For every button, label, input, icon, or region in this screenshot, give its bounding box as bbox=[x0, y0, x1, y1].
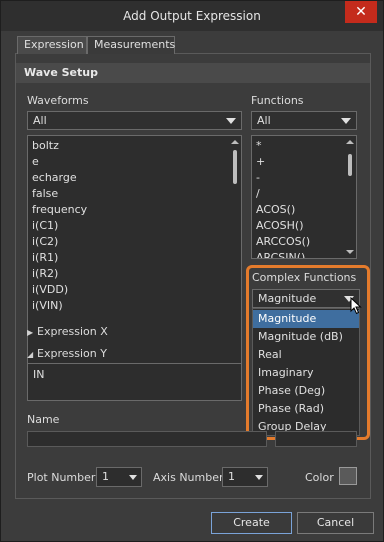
wave-setup-title: Wave Setup bbox=[24, 66, 98, 79]
expression-y-input[interactable]: IN bbox=[27, 363, 242, 401]
function-item[interactable]: ACOS() bbox=[256, 202, 310, 218]
complex-functions-highlight bbox=[246, 265, 370, 440]
expression-y-expander[interactable]: ◢ Expression Y bbox=[27, 347, 107, 360]
waveforms-items: boltz e echarge false frequency i(C1) i(C2) i(R… bbox=[32, 138, 87, 314]
scroll-thumb[interactable] bbox=[348, 154, 352, 176]
name-input[interactable] bbox=[27, 431, 267, 447]
function-item[interactable]: ACOSH() bbox=[256, 218, 310, 234]
name-side-field bbox=[275, 431, 357, 447]
function-item[interactable]: - bbox=[256, 170, 310, 186]
axis-number-value: 1 bbox=[228, 470, 235, 483]
color-label: Color bbox=[305, 471, 334, 484]
waveforms-label: Waveforms bbox=[27, 94, 89, 107]
scroll-thumb[interactable] bbox=[233, 150, 237, 184]
waveform-item[interactable]: echarge bbox=[32, 170, 87, 186]
tab-expression[interactable]: Expression bbox=[17, 36, 87, 54]
waveform-item[interactable]: i(VDD) bbox=[32, 282, 87, 298]
functions-filter-select[interactable]: All bbox=[251, 111, 357, 130]
wave-setup-header: Wave Setup bbox=[16, 63, 370, 83]
caret-down-icon: ◢ bbox=[27, 350, 34, 359]
expression-x-label: Expression X bbox=[37, 325, 108, 338]
function-item[interactable]: + bbox=[256, 154, 310, 170]
waveform-item[interactable]: boltz bbox=[32, 138, 87, 154]
axis-number-label: Axis Number bbox=[153, 471, 224, 484]
waveform-item[interactable]: i(C2) bbox=[32, 234, 87, 250]
scroll-up-icon[interactable] bbox=[231, 140, 239, 144]
dialog-window: Add Output Expression ✕ Expression Measu… bbox=[0, 0, 384, 542]
color-picker[interactable] bbox=[339, 467, 357, 485]
function-item[interactable]: ARCCOS() bbox=[256, 234, 310, 250]
mouse-pointer-icon bbox=[350, 297, 362, 315]
create-button[interactable]: Create bbox=[211, 512, 292, 534]
chevron-down-icon bbox=[129, 475, 137, 480]
functions-label: Functions bbox=[251, 94, 304, 107]
close-button[interactable]: ✕ bbox=[345, 1, 377, 23]
waveform-item[interactable]: i(C1) bbox=[32, 218, 87, 234]
function-item[interactable]: * bbox=[256, 138, 310, 154]
function-item[interactable]: / bbox=[256, 186, 310, 202]
chevron-down-icon bbox=[226, 118, 236, 124]
plot-number-label: Plot Number bbox=[27, 471, 96, 484]
title-bar: Add Output Expression ✕ bbox=[1, 1, 383, 31]
cancel-button[interactable]: Cancel bbox=[297, 512, 374, 534]
close-icon: ✕ bbox=[355, 4, 367, 20]
waveforms-filter-select[interactable]: All bbox=[27, 111, 242, 130]
functions-items: * + - / ACOS() ACOSH() ARCCOS() ARCSIN() bbox=[256, 138, 310, 258]
functions-list[interactable]: * + - / ACOS() ACOSH() ARCCOS() ARCSIN() bbox=[251, 135, 357, 259]
plot-number-select[interactable]: 1 bbox=[96, 467, 142, 487]
tab-measurements[interactable]: Measurements bbox=[87, 36, 175, 54]
functions-scrollbar[interactable] bbox=[346, 138, 354, 256]
expression-y-label: Expression Y bbox=[37, 347, 107, 360]
waveform-item[interactable]: i(VIN) bbox=[32, 298, 87, 314]
chevron-down-icon bbox=[255, 475, 263, 480]
waveforms-scrollbar[interactable] bbox=[231, 138, 239, 388]
waveforms-filter-value: All bbox=[33, 114, 47, 127]
expression-y-value: IN bbox=[33, 368, 45, 381]
waveform-item[interactable]: i(R2) bbox=[32, 266, 87, 282]
name-label: Name bbox=[27, 413, 60, 426]
axis-number-select[interactable]: 1 bbox=[222, 467, 268, 487]
expression-x-expander[interactable]: ▶ Expression X bbox=[27, 325, 108, 338]
scroll-up-icon[interactable] bbox=[346, 140, 354, 144]
waveform-item[interactable]: i(R1) bbox=[32, 250, 87, 266]
waveform-item[interactable]: frequency bbox=[32, 202, 87, 218]
dialog-title: Add Output Expression bbox=[123, 9, 261, 23]
chevron-down-icon bbox=[341, 118, 351, 124]
plot-number-value: 1 bbox=[102, 470, 109, 483]
scroll-down-icon[interactable] bbox=[346, 250, 354, 254]
waveform-item[interactable]: e bbox=[32, 154, 87, 170]
function-item[interactable]: ARCSIN() bbox=[256, 250, 310, 258]
waveform-item[interactable]: false bbox=[32, 186, 87, 202]
functions-filter-value: All bbox=[257, 114, 271, 127]
caret-right-icon: ▶ bbox=[27, 328, 34, 337]
